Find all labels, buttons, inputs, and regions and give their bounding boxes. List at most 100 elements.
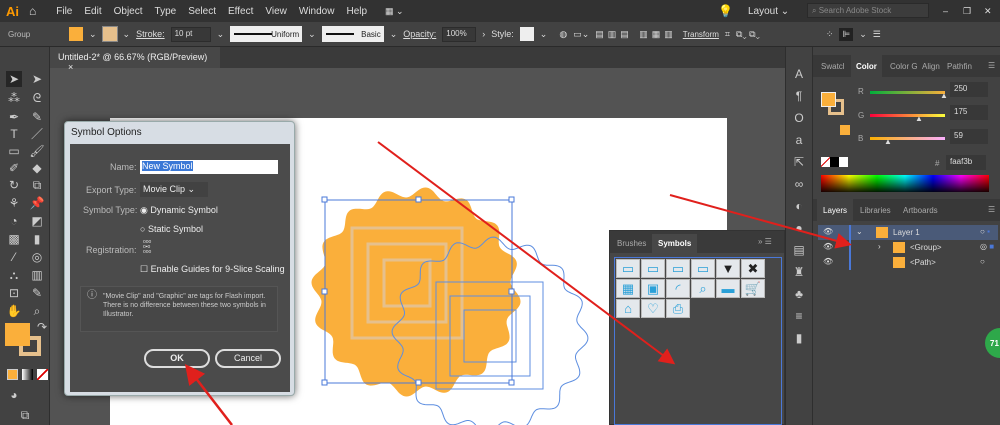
symbol-search[interactable]: ⌕	[691, 279, 715, 298]
symbol-card[interactable]: ▬	[716, 279, 740, 298]
visibility-eye-icon[interactable]: 👁	[823, 257, 833, 266]
static-symbol-radio[interactable]: ○ Static Symbol	[140, 224, 203, 234]
visibility-eye-icon[interactable]: 👁	[823, 242, 833, 251]
export-type-label: Export Type:	[86, 185, 137, 195]
symbol-home[interactable]: ⌂	[616, 299, 640, 318]
info-text: "Movie Clip" and "Graphic" are tags for …	[103, 293, 266, 318]
character-icon[interactable]: A	[786, 63, 812, 85]
badge-count: 71	[990, 339, 999, 348]
tab-pathfinder[interactable]: Pathfin	[947, 62, 972, 71]
b-input[interactable]: 59	[950, 129, 988, 144]
collapse-chevron-icon[interactable]: ⌄	[856, 227, 863, 236]
glyphs-icon[interactable]: a	[786, 129, 812, 151]
target-icon[interactable]: ◎ ■	[980, 242, 994, 251]
export-type-select[interactable]: Movie Clip ⌄	[140, 182, 208, 197]
symbol-close[interactable]: ✖	[741, 259, 765, 278]
symbol-name-input[interactable]: New Symbol	[140, 160, 278, 174]
tab-brushes[interactable]: Brushes	[617, 239, 646, 248]
cancel-button[interactable]: Cancel	[215, 349, 281, 368]
symbol-name-value: New Symbol	[142, 161, 193, 171]
tab-layers[interactable]: Layers	[817, 199, 854, 222]
symbol-library: ▭ ▭ ▭ ▭ ▼ ✖ ▦ ▣ ◜ ⌕ ▬ 🛒 ⌂ ♡ ⎙	[614, 257, 782, 425]
path-name: <Path>	[910, 258, 936, 267]
fill-swatch[interactable]	[821, 92, 836, 107]
registration-label: Registration:	[86, 245, 137, 255]
stroke-icon[interactable]: ≡	[786, 305, 812, 327]
panel-menu-icon[interactable]: ☰	[988, 61, 995, 70]
links-icon[interactable]: ∞	[786, 173, 812, 195]
info-box: ⓘ "Movie Clip" and "Graphic" are tags fo…	[80, 286, 278, 332]
group-thumbnail	[893, 242, 905, 253]
dynamic-symbol-radio[interactable]: ◉ Dynamic Symbol	[140, 205, 218, 216]
tab-artboards[interactable]: Artboards	[903, 206, 938, 215]
hex-label: #	[935, 159, 940, 168]
layer-row-group[interactable]: 👁 › <Group> ◎ ■	[818, 240, 998, 255]
dialog-title: Symbol Options	[71, 127, 142, 138]
path-thumbnail	[893, 257, 905, 268]
symbol-cart[interactable]: 🛒	[741, 279, 765, 298]
export-icon[interactable]: ⇱	[786, 151, 812, 173]
group-name: <Group>	[910, 243, 942, 252]
target-icon[interactable]: ○	[980, 257, 985, 266]
tab-libraries[interactable]: Libraries	[860, 206, 891, 215]
g-slider-thumb[interactable]: ▲	[915, 114, 923, 123]
opentype-icon[interactable]: O	[786, 107, 812, 129]
symbol-button-2[interactable]: ▭	[641, 259, 665, 278]
r-slider[interactable]	[870, 91, 945, 94]
symbol-rss[interactable]: ◜	[666, 279, 690, 298]
b-slider[interactable]	[870, 137, 945, 140]
dynamic-symbol-label: Dynamic Symbol	[150, 205, 218, 215]
symbol-heart[interactable]: ♡	[641, 299, 665, 318]
b-slider-thumb[interactable]: ▲	[884, 137, 892, 146]
nine-slice-label: Enable Guides for 9-Slice Scaling	[150, 264, 285, 274]
orange-badge[interactable]	[311, 187, 521, 397]
symbol-calendar[interactable]: ▦	[616, 279, 640, 298]
right-panel: Swatcl Color Color G Align Pathfin ☰ R G…	[812, 47, 1000, 425]
symbols-panel: Brushes Symbols » ☰ ▭ ▭ ▭ ▭ ▼ ✖ ▦ ▣ ◜ ⌕ …	[609, 230, 785, 425]
tab-color[interactable]: Color	[851, 55, 882, 78]
tab-swatches[interactable]: Swatcl	[821, 62, 845, 71]
puppet-icon[interactable]: ♜	[786, 261, 812, 283]
graphic-styles-icon[interactable]: ▤	[786, 239, 812, 261]
layer-row-path[interactable]: 👁 <Path> ○	[818, 255, 998, 270]
tab-color-guide[interactable]: Color G	[890, 62, 918, 71]
ok-button[interactable]: OK	[144, 349, 210, 368]
target-icon[interactable]: ○ ▪	[980, 227, 990, 236]
g-slider[interactable]	[870, 114, 945, 117]
none-swatch[interactable]	[821, 157, 830, 167]
symbols-icon[interactable]: ♣	[786, 283, 812, 305]
layer-row-layer1[interactable]: 👁 ⌄ Layer 1 ○ ▪	[818, 225, 998, 240]
r-input[interactable]: 250	[950, 82, 988, 97]
static-symbol-label: Static Symbol	[147, 224, 203, 234]
layer-name: Layer 1	[893, 228, 920, 237]
color-spectrum[interactable]	[821, 175, 989, 192]
nine-slice-checkbox[interactable]: ☐ Enable Guides for 9-Slice Scaling	[140, 264, 285, 275]
registration-grid-icon[interactable]: ooo o▪o ooo	[143, 240, 151, 255]
export-type-value: Movie Clip	[143, 184, 186, 194]
r-slider-thumb[interactable]: ▲	[940, 91, 948, 100]
tab-align[interactable]: Align	[922, 62, 940, 71]
symbol-film[interactable]: ▣	[641, 279, 665, 298]
gradient-icon[interactable]: ▮	[786, 327, 812, 349]
panel-menu-icon[interactable]: » ☰	[758, 237, 772, 246]
r-label: R	[858, 87, 864, 96]
symbol-printer[interactable]: ⎙	[666, 299, 690, 318]
panel-icon-strip: A ¶ Oa ⇱ ∞ ◐ ● ▤ ♜ ♣ ≡ ▮	[785, 47, 812, 425]
symbol-button-3[interactable]: ▭	[666, 259, 690, 278]
paragraph-icon[interactable]: ¶	[786, 85, 812, 107]
symbol-dropdown[interactable]: ▭	[691, 259, 715, 278]
info-icon: ⓘ	[87, 290, 97, 301]
appearance-icon[interactable]: ●	[786, 217, 812, 239]
symbol-arrow-down[interactable]: ▼	[716, 259, 740, 278]
white-swatch[interactable]	[839, 157, 848, 167]
gamut-swatch[interactable]	[840, 125, 850, 135]
visibility-eye-icon[interactable]: 👁	[823, 227, 833, 236]
tab-symbols[interactable]: Symbols	[652, 234, 698, 253]
transparency-icon[interactable]: ◐	[786, 195, 812, 217]
hex-input[interactable]: faaf3b	[946, 155, 986, 170]
expand-chevron-icon[interactable]: ›	[878, 242, 881, 251]
panel-menu-icon[interactable]: ☰	[988, 205, 995, 214]
g-input[interactable]: 175	[950, 105, 988, 120]
symbol-button-1[interactable]: ▭	[616, 259, 640, 278]
black-swatch[interactable]	[830, 157, 839, 167]
